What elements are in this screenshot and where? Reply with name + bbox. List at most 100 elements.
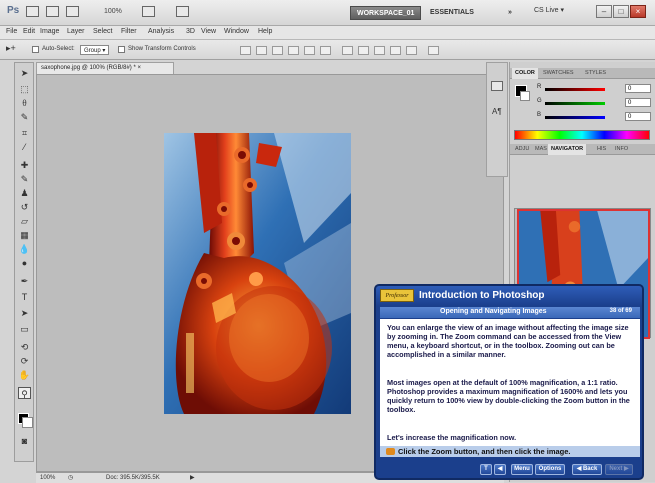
move-tool-icon[interactable]: ▸+ bbox=[6, 43, 16, 54]
character-panel-icon[interactable]: A¶ bbox=[492, 107, 502, 116]
mini-bridge-icon[interactable] bbox=[46, 6, 59, 17]
saxophone-image[interactable] bbox=[164, 133, 351, 414]
lasso-tool-icon[interactable]: ᦲ bbox=[18, 97, 31, 109]
status-info-icon[interactable]: ◷ bbox=[68, 473, 73, 483]
auto-select-dropdown[interactable]: Group ▾ bbox=[80, 45, 110, 55]
dodge-tool-icon[interactable]: ● bbox=[18, 257, 31, 269]
zoom-level[interactable]: 100% bbox=[104, 8, 122, 15]
restore-button[interactable]: □ bbox=[613, 5, 629, 18]
next-button[interactable]: Next ▶ bbox=[605, 464, 633, 475]
clone-stamp-tool-icon[interactable]: ♟ bbox=[18, 187, 31, 199]
healing-brush-tool-icon[interactable]: ✚ bbox=[18, 159, 31, 171]
align-left-icon[interactable] bbox=[288, 46, 299, 55]
green-value[interactable]: 0 bbox=[625, 98, 651, 107]
tab-swatches[interactable]: SWATCHES bbox=[540, 68, 577, 79]
eyedropper-tool-icon[interactable]: ⁄ bbox=[18, 141, 31, 153]
marquee-tool-icon[interactable]: ⬚ bbox=[18, 83, 31, 95]
hand-tool-icon[interactable]: ✋ bbox=[18, 369, 31, 381]
eraser-tool-icon[interactable]: ▱ bbox=[18, 215, 31, 227]
background-color-swatch[interactable] bbox=[22, 417, 33, 428]
tab-info[interactable]: INFO bbox=[612, 144, 631, 155]
text-toggle-button[interactable]: T bbox=[480, 464, 492, 475]
zoom-tool-icon[interactable]: ⚲ bbox=[18, 387, 31, 399]
menu-file[interactable]: File bbox=[6, 28, 17, 35]
shape-tool-icon[interactable]: ▭ bbox=[18, 323, 31, 335]
type-tool-icon[interactable]: T bbox=[18, 291, 31, 303]
align-bottom-icon[interactable] bbox=[272, 46, 283, 55]
tab-color[interactable]: COLOR bbox=[512, 68, 538, 79]
gradient-tool-icon[interactable]: ▦ bbox=[18, 229, 31, 241]
align-right-icon[interactable] bbox=[320, 46, 331, 55]
history-panel-icon[interactable] bbox=[491, 81, 503, 91]
auto-align-layers-icon[interactable] bbox=[428, 46, 439, 55]
document-tab[interactable]: saxophone.jpg @ 100% (RGB/8#) * × bbox=[36, 62, 174, 74]
3d-orbit-tool-icon[interactable]: ⟳ bbox=[18, 355, 31, 367]
tutorial-paragraph-2: Most images open at the default of 100% … bbox=[387, 378, 630, 414]
menu-image[interactable]: Image bbox=[40, 28, 59, 35]
distribute-left-icon[interactable] bbox=[390, 46, 401, 55]
distribute-top-icon[interactable] bbox=[342, 46, 353, 55]
color-background-swatch[interactable] bbox=[520, 91, 530, 101]
bridge-icon[interactable] bbox=[26, 6, 39, 17]
screen-mode-icon[interactable] bbox=[176, 6, 189, 17]
tab-adjustments[interactable]: ADJU bbox=[512, 144, 532, 155]
tutorial-paragraph-1: You can enlarge the view of an image wit… bbox=[387, 323, 629, 359]
align-vcenter-icon[interactable] bbox=[256, 46, 267, 55]
color-spectrum-ramp[interactable] bbox=[514, 130, 650, 140]
distribute-bottom-icon[interactable] bbox=[374, 46, 385, 55]
move-tool-icon[interactable]: ➤ bbox=[18, 67, 31, 79]
path-selection-tool-icon[interactable]: ➤ bbox=[18, 307, 31, 319]
quick-selection-tool-icon[interactable]: ✎ bbox=[18, 111, 31, 123]
menu-layer[interactable]: Layer bbox=[67, 28, 85, 35]
red-value[interactable]: 0 bbox=[625, 84, 651, 93]
close-document-icon[interactable]: × bbox=[137, 65, 141, 71]
cs-live-button[interactable]: CS Live ▾ bbox=[534, 6, 564, 14]
blur-tool-icon[interactable]: 💧 bbox=[18, 243, 31, 255]
blue-slider[interactable]: B 0 bbox=[537, 112, 651, 121]
status-doc-size: Doc: 395.5K/395.5K bbox=[106, 475, 160, 481]
red-slider-track[interactable] bbox=[545, 88, 605, 91]
quick-mask-icon[interactable]: ◙ bbox=[18, 435, 31, 447]
transform-controls-checkbox[interactable] bbox=[118, 46, 125, 53]
align-top-icon[interactable] bbox=[240, 46, 251, 55]
3d-rotate-tool-icon[interactable]: ⟲ bbox=[18, 341, 31, 353]
more-workspaces-button[interactable]: » bbox=[508, 6, 512, 20]
menu-help[interactable]: Help bbox=[258, 28, 272, 35]
close-button[interactable]: × bbox=[630, 5, 646, 18]
back-button[interactable]: ◀ Back bbox=[572, 464, 602, 475]
crop-tool-icon[interactable]: ⌗ bbox=[18, 127, 31, 139]
minimize-button[interactable]: – bbox=[596, 5, 612, 18]
blue-slider-track[interactable] bbox=[545, 116, 605, 119]
tutorial-instruction-text: Click the Zoom button, and then click th… bbox=[398, 447, 571, 456]
red-slider[interactable]: R 0 bbox=[537, 84, 651, 93]
distribute-vcenter-icon[interactable] bbox=[358, 46, 369, 55]
align-hcenter-icon[interactable] bbox=[304, 46, 315, 55]
auto-select-checkbox[interactable] bbox=[32, 46, 39, 53]
menu-button[interactable]: Menu bbox=[511, 464, 533, 475]
tab-navigator[interactable]: NAVIGATOR bbox=[548, 144, 587, 155]
tab-styles[interactable]: STYLES bbox=[582, 68, 609, 79]
menu-select[interactable]: Select bbox=[93, 28, 112, 35]
menu-edit[interactable]: Edit bbox=[23, 28, 35, 35]
distribute-hcenter-icon[interactable] bbox=[406, 46, 417, 55]
view-extras-icon[interactable] bbox=[66, 6, 79, 17]
brush-tool-icon[interactable]: ✎ bbox=[18, 173, 31, 185]
audio-button[interactable]: ◀ bbox=[494, 464, 506, 475]
history-brush-tool-icon[interactable]: ↺ bbox=[18, 201, 31, 213]
blue-value[interactable]: 0 bbox=[625, 112, 651, 121]
options-button[interactable]: Options bbox=[535, 464, 565, 475]
green-slider-track[interactable] bbox=[545, 102, 605, 105]
status-zoom[interactable]: 100% bbox=[40, 473, 55, 483]
workspace-01-button[interactable]: WORKSPACE_01 bbox=[350, 6, 422, 20]
menu-view[interactable]: View bbox=[201, 28, 216, 35]
green-slider[interactable]: G 0 bbox=[537, 98, 651, 107]
pen-tool-icon[interactable]: ✒ bbox=[18, 275, 31, 287]
essentials-workspace-button[interactable]: ESSENTIALS bbox=[430, 6, 474, 20]
menu-analysis[interactable]: Analysis bbox=[148, 28, 174, 35]
menu-3d[interactable]: 3D bbox=[186, 28, 195, 35]
menu-filter[interactable]: Filter bbox=[121, 28, 137, 35]
arrange-documents-icon[interactable] bbox=[142, 6, 155, 17]
menu-window[interactable]: Window bbox=[224, 28, 249, 35]
status-menu-arrow-icon[interactable]: ▶ bbox=[190, 473, 195, 483]
tab-histogram[interactable]: HIS bbox=[594, 144, 609, 155]
